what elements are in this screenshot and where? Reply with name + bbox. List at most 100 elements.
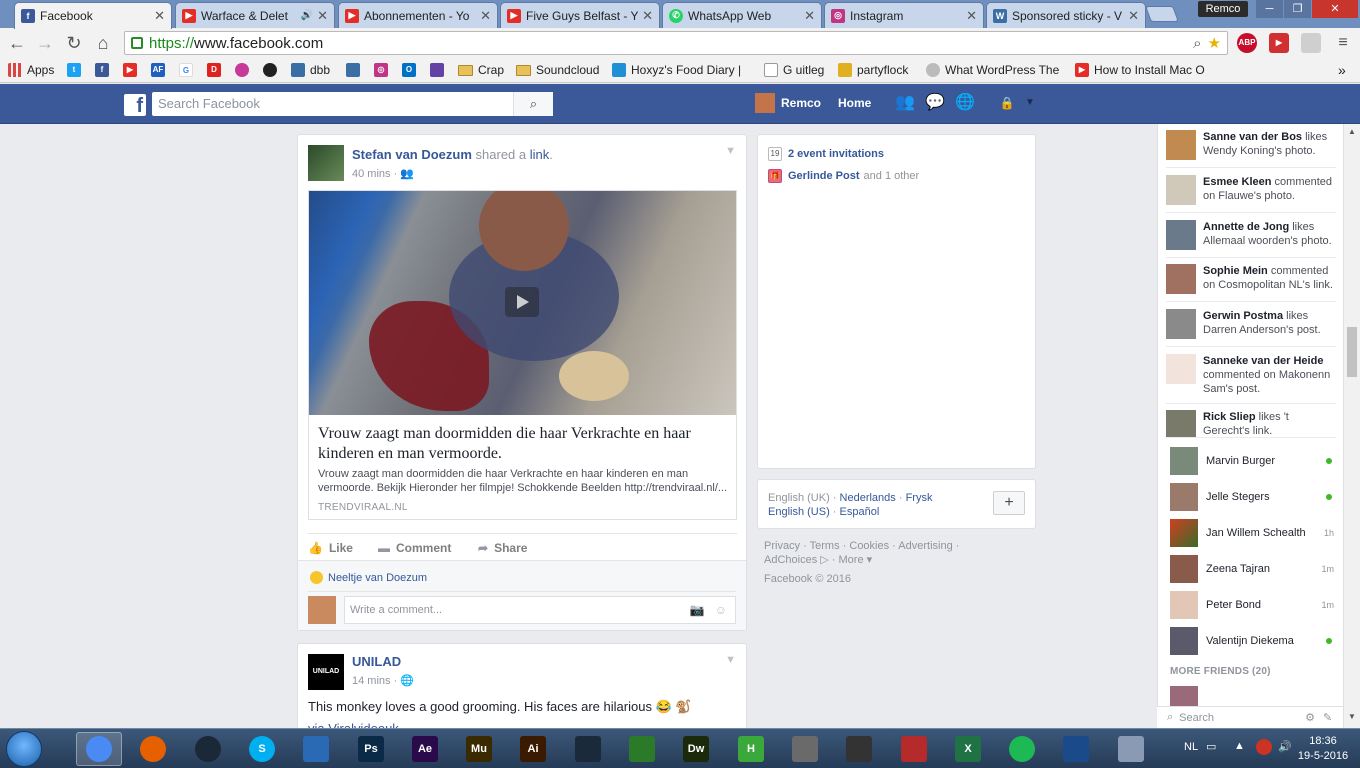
footer-link[interactable]: Cookies <box>849 540 889 552</box>
input-language[interactable]: NL <box>1184 741 1198 753</box>
taskbar-app-button[interactable] <box>782 732 828 766</box>
taskbar-app-button[interactable]: Ai <box>510 732 556 766</box>
friend-requests-icon[interactable]: 👥 <box>895 94 915 112</box>
ticker-item[interactable]: Sanne van der Bos likes Wendy Koning's p… <box>1166 126 1336 168</box>
taskbar-app-button[interactable]: Ps <box>348 732 394 766</box>
chat-contact[interactable]: Jelle Stegers <box>1170 482 1336 512</box>
af-bookmark-icon[interactable]: AF <box>151 62 170 78</box>
bookmark-partyflock[interactable]: partyflock <box>838 62 908 78</box>
taskbar-app-button[interactable] <box>891 732 937 766</box>
taskbar-clock[interactable]: 18:36 19-5-2016 <box>1296 734 1350 764</box>
avatar[interactable]: UNILAD <box>308 654 344 690</box>
reactor-name[interactable]: Neeltje van Doezum <box>328 572 427 584</box>
avatar[interactable] <box>308 145 344 181</box>
facebook-logo[interactable]: f <box>124 94 146 117</box>
taskbar-app-button[interactable]: X <box>945 732 991 766</box>
event-invitations-row[interactable]: 19 2 event invitations <box>768 147 888 161</box>
language-link[interactable]: Español <box>840 506 880 518</box>
footer-link[interactable]: More <box>839 554 864 566</box>
taskbar-app-button[interactable]: Mu <box>456 732 502 766</box>
facebook-bookmark-icon[interactable]: f <box>95 62 114 78</box>
close-icon[interactable]: ✕ <box>154 8 165 24</box>
taskbar-app-button[interactable] <box>130 732 176 766</box>
public-globe-icon[interactable]: 🌐 <box>400 675 414 687</box>
language-link[interactable]: English (US) <box>768 506 830 518</box>
taskbar-app-button[interactable] <box>1108 732 1154 766</box>
friends-privacy-icon[interactable]: 👥 <box>400 168 414 180</box>
new-message-icon[interactable]: ✎ <box>1323 711 1332 724</box>
notifications-icon[interactable]: 🌐 <box>955 94 975 112</box>
taskbar-app-button[interactable]: H <box>728 732 774 766</box>
youtube-bookmark-icon[interactable]: ▶ <box>123 62 142 78</box>
instagram-bookmark-icon[interactable]: ◎ <box>374 62 393 78</box>
taskbar-app-button[interactable] <box>565 732 611 766</box>
taskbar-app-button[interactable]: Ae <box>402 732 448 766</box>
timestamp-link[interactable]: 14 mins <box>352 675 391 687</box>
tab-facebook[interactable]: f Facebook ✕ <box>14 2 172 29</box>
zoom-icon[interactable]: ⌕ <box>1193 35 1201 52</box>
add-language-button[interactable]: + <box>993 491 1025 515</box>
privacy-shortcuts-icon[interactable]: 🔒 <box>997 94 1017 112</box>
comment-button[interactable]: ▬ Comment <box>378 541 451 555</box>
scroll-down-icon[interactable]: ▼ <box>1348 712 1356 721</box>
new-tab-button[interactable] <box>1145 6 1179 22</box>
messages-icon[interactable]: 💬 <box>925 94 945 112</box>
language-link[interactable]: Frysk <box>906 492 933 504</box>
taskbar-app-button[interactable] <box>293 732 339 766</box>
page-scrollbar[interactable]: ▲ ▼ <box>1343 124 1360 728</box>
like-button[interactable]: 👍 Like <box>308 541 353 555</box>
close-icon[interactable]: ✕ <box>480 8 491 24</box>
ticker-item[interactable]: Esmee Kleen commented on Flauwe's photo. <box>1166 171 1336 213</box>
bookmarks-overflow-button[interactable]: » <box>1338 62 1346 78</box>
share-button[interactable]: ➦ Share <box>478 541 527 555</box>
taskbar-app-button[interactable] <box>76 732 122 766</box>
link-title[interactable]: Vrouw zaagt man doormidden die haar Verk… <box>318 424 728 464</box>
twitch-bookmark-icon[interactable] <box>430 62 449 78</box>
tab-whatsapp[interactable]: ✆ WhatsApp Web ✕ <box>662 2 822 28</box>
tab-wordpress[interactable]: W Sponsored sticky - V ✕ <box>986 2 1146 28</box>
extension-icon[interactable] <box>1301 33 1321 53</box>
bookmark-soundcloud[interactable]: Soundcloud <box>516 62 599 78</box>
birthday-name-link[interactable]: Gerlinde Post <box>788 170 860 182</box>
start-button[interactable] <box>6 731 42 767</box>
bookmark-apps[interactable]: Apps <box>8 62 54 78</box>
menu-icon[interactable]: ≡ <box>1332 33 1354 53</box>
tray-expand-icon[interactable]: ▲ <box>1234 740 1245 752</box>
close-icon[interactable]: ✕ <box>642 8 653 24</box>
emoji-icon[interactable]: ☺ <box>715 603 727 617</box>
chat-contact[interactable]: Zeena Tajran 1m <box>1170 554 1336 584</box>
circle-bookmark-icon[interactable] <box>235 62 254 78</box>
twitter-bookmark-icon[interactable]: t <box>67 62 86 78</box>
address-bar[interactable]: https://www.facebook.com ⌕ ★ <box>124 31 1228 55</box>
adblock-plus-icon[interactable]: ABP <box>1237 33 1257 53</box>
ticker-item[interactable]: Sanneke van der Heide commented on Makon… <box>1166 350 1336 404</box>
badge-bookmark-icon[interactable] <box>263 62 282 78</box>
close-icon[interactable]: ✕ <box>317 8 328 24</box>
taskbar-app-button[interactable] <box>185 732 231 766</box>
network-icon[interactable]: ▭ <box>1206 740 1216 753</box>
d-bookmark-icon[interactable]: D <box>207 62 226 78</box>
bookmark-dbb[interactable]: dbb <box>291 62 330 78</box>
chat-contact[interactable] <box>1170 686 1336 706</box>
google-bookmark-icon[interactable]: G <box>179 62 198 78</box>
actor-name-link[interactable]: UNILAD <box>352 654 401 669</box>
maximize-button[interactable]: ❐ <box>1284 0 1311 18</box>
taskbar-app-button[interactable] <box>1053 732 1099 766</box>
taskbar-app-button[interactable]: S <box>239 732 285 766</box>
bookmark-wordpress[interactable]: What WordPress The <box>926 62 1062 78</box>
ticker-item[interactable]: Rick Sliep likes 't Gerecht's link. <box>1166 406 1336 438</box>
reload-button[interactable]: ↻ <box>63 33 85 53</box>
tab-youtube-abonnementen[interactable]: ▶ Abonnementen - Yo ✕ <box>338 2 498 28</box>
bookmark-install-mac[interactable]: ▶ How to Install Mac O <box>1075 62 1211 78</box>
tab-youtube-five-guys[interactable]: ▶ Five Guys Belfast - Y ✕ <box>500 2 660 28</box>
camera-icon[interactable]: 📷 <box>690 603 705 617</box>
footer-link[interactable]: Advertising <box>898 540 952 552</box>
close-icon[interactable]: ✕ <box>1128 8 1139 24</box>
chat-contact[interactable]: Peter Bond 1m <box>1170 590 1336 620</box>
search-input[interactable] <box>152 92 512 115</box>
shared-link-attachment[interactable]: Vrouw zaagt man doormidden die haar Verk… <box>308 190 737 520</box>
taskbar-app-button[interactable]: Dw <box>673 732 719 766</box>
chat-contact[interactable]: Marvin Burger <box>1170 446 1336 476</box>
taskbar-app-button[interactable] <box>999 732 1045 766</box>
home-link[interactable]: Home <box>838 96 871 110</box>
